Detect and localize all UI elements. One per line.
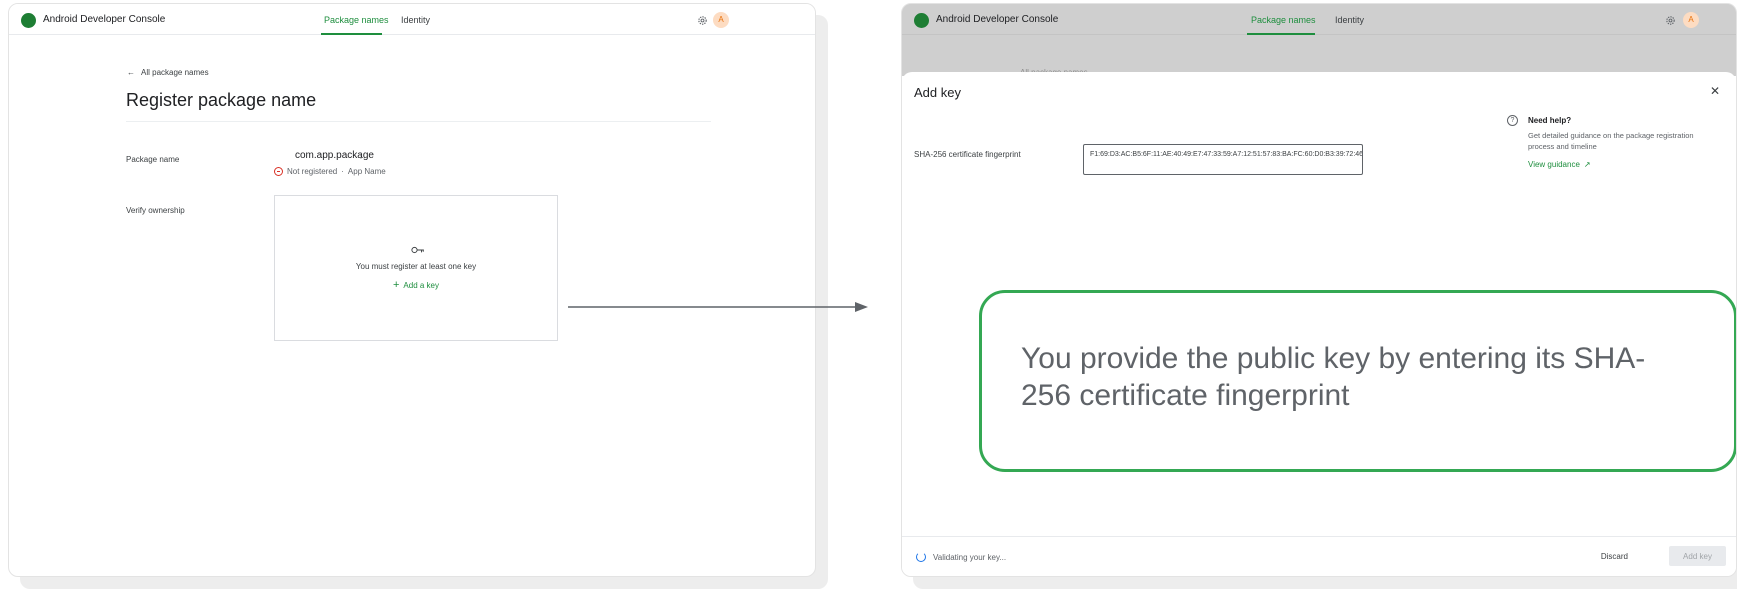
- package-name-label: Package name: [126, 155, 180, 164]
- app-title: Android Developer Console: [43, 14, 166, 25]
- left-window: Android Developer Console Package names …: [8, 3, 816, 577]
- dimmed-background: Android Developer Console Package names …: [902, 4, 1736, 77]
- fingerprint-input[interactable]: F1:69:D3:AC:B5:6F:11:AE:40:49:E7:47:33:5…: [1083, 144, 1363, 175]
- view-guidance-label: View guidance: [1528, 160, 1580, 169]
- add-key-label: Add a key: [403, 281, 439, 290]
- status-line: Not registered · App Name: [274, 167, 386, 176]
- avatar[interactable]: A: [1683, 12, 1699, 28]
- app-logo: [914, 13, 929, 28]
- tab-identity[interactable]: Identity: [401, 15, 430, 25]
- help-description: Get detailed guidance on the package reg…: [1528, 131, 1694, 151]
- divider: [126, 121, 711, 122]
- spinner-icon: [916, 552, 926, 562]
- top-app-bar: Android Developer Console Package names …: [9, 4, 815, 35]
- callout-text: You provide the public key by entering i…: [1021, 342, 1646, 412]
- validating-status: Validating your key...: [933, 553, 1007, 562]
- key-empty-state: You must register at least one key + Add …: [274, 195, 558, 341]
- add-key-button[interactable]: Add key: [1669, 546, 1726, 566]
- status-separator: ·: [341, 167, 344, 176]
- app-title: Android Developer Console: [936, 14, 1059, 25]
- plus-icon: +: [392, 279, 400, 291]
- view-guidance-link[interactable]: View guidance ↗: [1528, 160, 1591, 169]
- app-logo: [21, 13, 36, 28]
- help-title: Need help?: [1528, 116, 1572, 125]
- discard-button[interactable]: Discard: [1601, 552, 1628, 561]
- gear-icon[interactable]: [1665, 15, 1676, 26]
- tab-package-names[interactable]: Package names: [1251, 15, 1316, 25]
- close-icon[interactable]: ✕: [1710, 84, 1720, 98]
- gear-icon[interactable]: [697, 15, 708, 26]
- app-name: App Name: [347, 167, 386, 176]
- external-link-icon: ↗: [1583, 160, 1591, 169]
- dialog-footer: Validating your key... Discard Add key: [902, 536, 1736, 576]
- error-status-icon: [274, 167, 283, 176]
- connector-arrow: [568, 302, 868, 312]
- active-tab-indicator: [1247, 33, 1315, 35]
- right-window: Android Developer Console Package names …: [901, 3, 1737, 577]
- key-message: You must register at least one key: [355, 262, 477, 271]
- tab-identity[interactable]: Identity: [1335, 15, 1364, 25]
- avatar[interactable]: A: [713, 12, 729, 28]
- page-title: Register package name: [126, 90, 317, 110]
- more-vert-icon[interactable]: ⋮: [357, 151, 365, 160]
- fingerprint-label: SHA-256 certificate fingerprint: [914, 150, 1021, 159]
- back-link[interactable]: ← All package names: [127, 68, 209, 77]
- top-app-bar-dimmed: Android Developer Console Package names …: [902, 4, 1736, 35]
- status-badge: Not registered: [287, 167, 338, 176]
- arrow-left-icon: ←: [127, 68, 135, 77]
- verify-ownership-label: Verify ownership: [126, 206, 185, 215]
- callout-box: You provide the public key by entering i…: [979, 290, 1736, 472]
- back-link-label: All package names: [141, 68, 209, 77]
- tab-package-names[interactable]: Package names: [324, 15, 389, 25]
- key-icon: [411, 246, 424, 254]
- help-icon: ?: [1507, 115, 1518, 126]
- active-tab-indicator: [321, 33, 382, 35]
- dialog-title: Add key: [914, 85, 961, 100]
- add-key-dialog: Add key ✕ SHA-256 certificate fingerprin…: [902, 72, 1736, 576]
- add-key-link[interactable]: + Add a key: [275, 279, 557, 291]
